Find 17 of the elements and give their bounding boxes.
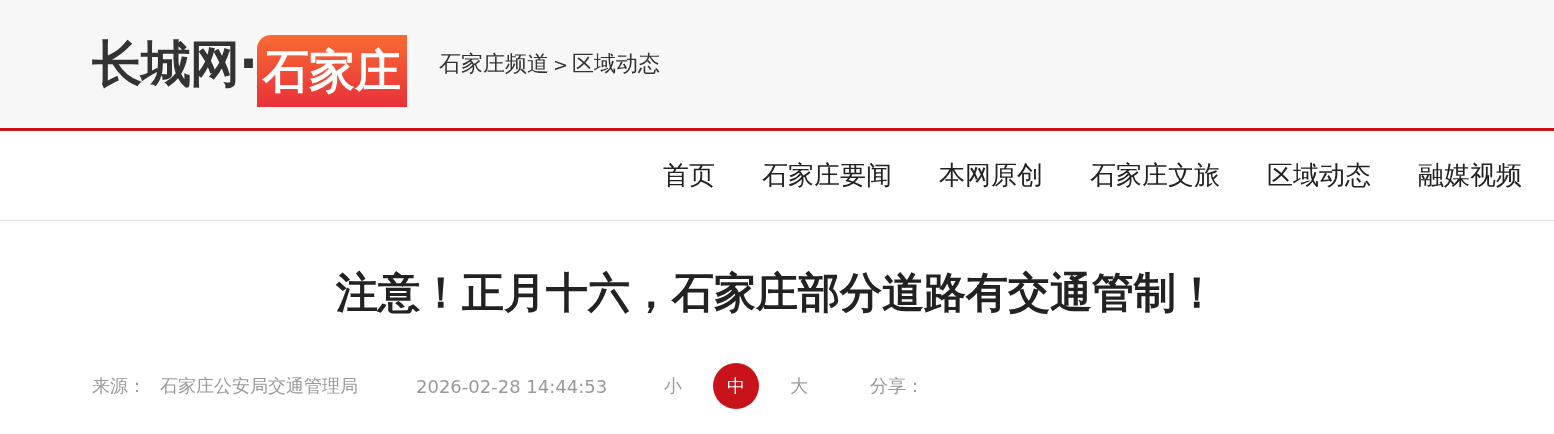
- article-title: 注意！正月十六，石家庄部分道路有交通管制！: [335, 267, 1219, 319]
- breadcrumb-link[interactable]: 区域动态: [572, 49, 661, 79]
- nav-link[interactable]: 石家庄要闻: [762, 158, 892, 193]
- share-label: 分享：: [870, 374, 925, 398]
- nav-link[interactable]: 融媒视频: [1418, 158, 1522, 193]
- nav-link[interactable]: 区域动态: [1267, 158, 1371, 193]
- breadcrumb-link[interactable]: 石家庄频道: [439, 49, 549, 79]
- breadcrumb-separator: >: [553, 53, 569, 75]
- source-text: 石家庄公安局交通管理局: [160, 374, 358, 398]
- nav-link[interactable]: 本网原创: [939, 158, 1043, 193]
- source-label: 来源：: [92, 374, 146, 398]
- font-size-button[interactable]: 中: [713, 363, 760, 409]
- site-logo-text[interactable]: 长城网·: [92, 30, 257, 98]
- nav-link[interactable]: 首页: [663, 158, 715, 193]
- nav-link[interactable]: 石家庄文旅: [1090, 158, 1220, 193]
- publish-date: 2026-02-28 14:44:53: [416, 375, 608, 397]
- channel-logo[interactable]: 石家庄: [257, 35, 407, 107]
